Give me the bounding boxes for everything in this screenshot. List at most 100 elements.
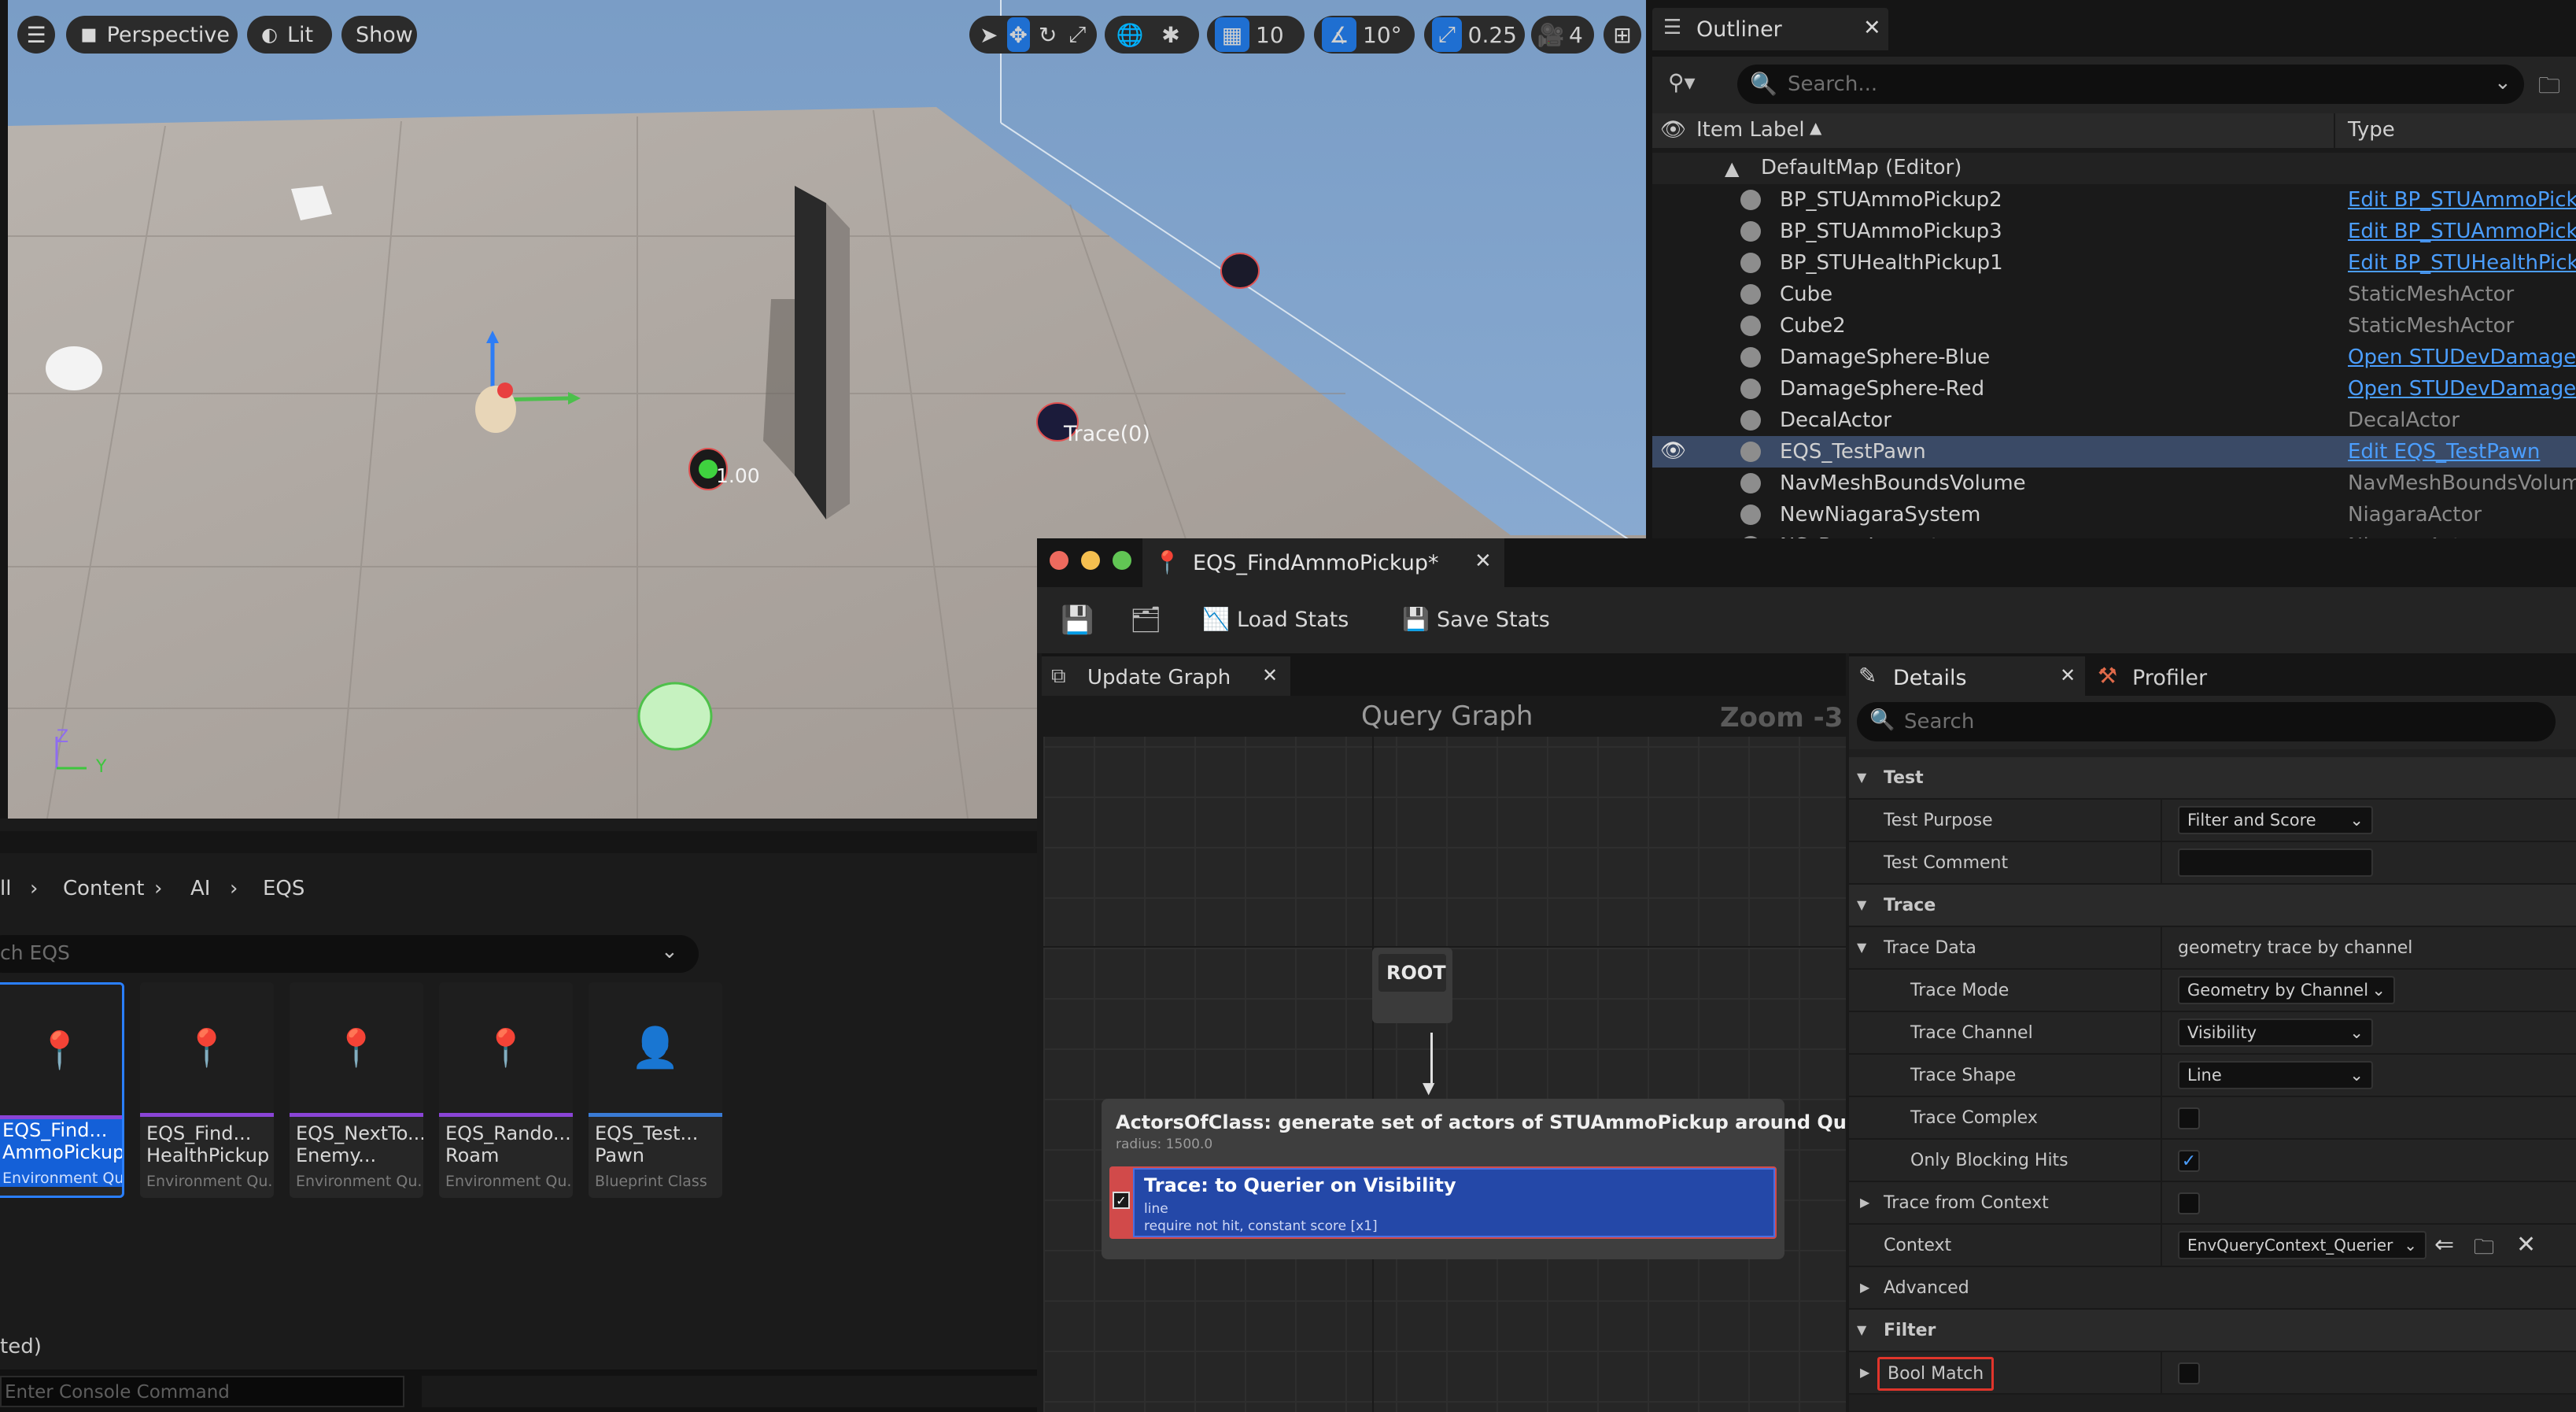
outliner-row[interactable]: 👁 EQS_TestPawn Edit EQS_TestPawn	[1652, 436, 2576, 468]
breadcrumb-item-eqs[interactable]: EQS	[263, 877, 304, 900]
grid-snap-value[interactable]: 10	[1256, 22, 1284, 48]
test-comment-input[interactable]	[2178, 848, 2373, 877]
outliner-tab[interactable]: ☰ Outliner ✕	[1652, 8, 1888, 50]
filter-icon[interactable]: ⚲▾	[1668, 69, 1696, 95]
query-graph-canvas[interactable]: Query Graph Zoom -3 ROOT ▼ ActorsOfClass…	[1043, 696, 1846, 1412]
close-tab-icon[interactable]: ✕	[1474, 549, 1492, 573]
save-icon[interactable]: 💾	[1061, 604, 1094, 636]
outliner-row[interactable]: BP_STUHealthPickup1 Edit BP_STUHealthPick…	[1652, 247, 2576, 279]
outliner-row[interactable]: NS_BaseImpactNiagaraActor	[1652, 530, 2576, 538]
outliner-search-input[interactable]: 🔍 Search... ⌄	[1737, 65, 2524, 104]
outliner-row[interactable]: DecalActor DecalActor	[1652, 405, 2576, 436]
outliner-row-type[interactable]: Edit EQS_TestPawn	[2348, 440, 2540, 464]
outliner-row-type[interactable]: Edit BP_STUHealthPickup	[2348, 251, 2576, 275]
outliner-row-type[interactable]: Edit BP_STUAmmoPickup	[2348, 220, 2576, 243]
camera-icon[interactable]: 🎥	[1537, 17, 1565, 52]
trace-test-node[interactable]: Trace: to Querier on Visibility line req…	[1109, 1166, 1777, 1239]
scale-mode-icon[interactable]: ⤢	[1066, 17, 1090, 52]
trace-shape-dropdown[interactable]: Line ⌄	[2178, 1061, 2373, 1089]
test-purpose-dropdown[interactable]: Filter and Score ⌄	[2178, 806, 2373, 834]
rotation-snap-value[interactable]: 10°	[1363, 22, 1402, 48]
breadcrumb-item-ai[interactable]: AI	[190, 877, 210, 900]
asset-tile[interactable]: 📍 EQS_Find... AmmoPickup Environment Qu.…	[0, 982, 124, 1198]
section-test[interactable]: ▼ Test	[1849, 757, 2576, 800]
browse-icon[interactable]: 🗀	[2474, 1233, 2494, 1267]
close-window-button[interactable]	[1050, 551, 1068, 570]
profiler-tab[interactable]: ⚒ Profiler	[2090, 656, 2247, 696]
add-folder-icon[interactable]: 🗀	[2538, 69, 2560, 107]
update-graph-tab[interactable]: ⧉ Update Graph ✕	[1042, 656, 1290, 696]
outliner-row[interactable]: BP_STUAmmoPickup2 Edit BP_STUAmmoPickup	[1652, 184, 2576, 216]
outliner-row-type[interactable]: Edit BP_STUAmmoPickup	[2348, 188, 2576, 212]
camera-speed-value[interactable]: 4	[1569, 22, 1583, 48]
scale-snap-value[interactable]: 0.25	[1468, 22, 1517, 48]
outliner-row[interactable]: DamageSphere-Blue Open STUDevDamageActor	[1652, 342, 2576, 373]
viewport-menu-button[interactable]: ☰	[17, 16, 55, 54]
asset-tile[interactable]: 📍 EQS_Rando... Roam Environment Qu...	[439, 982, 573, 1198]
trace-channel-dropdown[interactable]: Visibility ⌄	[2178, 1018, 2373, 1047]
context-dropdown[interactable]: EnvQueryContext_Querier ⌄	[2178, 1231, 2427, 1259]
save-stats-button[interactable]: 💾 Save Stats	[1402, 601, 1559, 641]
console-command-input[interactable]: Enter Console Command	[0, 1376, 404, 1407]
column-divider[interactable]	[2334, 113, 2335, 148]
outliner-close-icon[interactable]: ✕	[1863, 16, 1881, 40]
outliner-row[interactable]: NavMeshBoundsVolume NavMeshBoundsVolume	[1652, 468, 2576, 499]
outliner-row[interactable]: BP_STUAmmoPickup3 Edit BP_STUAmmoPickup	[1652, 216, 2576, 247]
details-tab[interactable]: ✎ Details ✕	[1849, 656, 2085, 696]
world-space-icon[interactable]: 🌐	[1113, 17, 1147, 52]
clear-icon[interactable]: ✕	[2516, 1231, 2536, 1259]
type-column-header[interactable]: Type	[2348, 118, 2395, 142]
use-selected-icon[interactable]: ⇐	[2434, 1231, 2454, 1259]
rotation-snap-icon[interactable]: ∡	[1322, 17, 1356, 52]
breadcrumb-item-content[interactable]: Content	[63, 877, 144, 900]
rotate-mode-icon[interactable]: ↻	[1036, 17, 1060, 52]
outliner-row-type[interactable]: Open STUDevDamageActor	[2348, 346, 2576, 369]
section-advanced[interactable]: ▶ Advanced	[1849, 1267, 2576, 1310]
section-filter[interactable]: ▼ Filter	[1849, 1310, 2576, 1352]
grid-snap-control[interactable]: ▦ 10	[1207, 16, 1305, 54]
asset-tile[interactable]: 📍 EQS_Find... HealthPickup Environment Q…	[140, 982, 274, 1198]
content-search-input[interactable]: ch EQS ⌄	[0, 935, 699, 973]
generator-node[interactable]: ActorsOfClass: generate set of actors of…	[1102, 1099, 1846, 1259]
property-trace-from-context[interactable]: ▶ Trace from Context	[1849, 1182, 2576, 1225]
surface-snap-icon[interactable]: ✱	[1153, 17, 1188, 52]
trace-mode-dropdown[interactable]: Geometry by Channel ⌄	[2178, 976, 2395, 1004]
maximize-window-button[interactable]	[1113, 551, 1131, 570]
chevron-down-icon[interactable]: ⌄	[661, 940, 678, 963]
only-blocking-checkbox[interactable]: ✓	[2178, 1150, 2200, 1172]
chevron-down-icon[interactable]: ⌄	[2494, 71, 2511, 94]
select-mode-icon[interactable]: ➤	[977, 17, 1001, 52]
close-tab-icon[interactable]: ✕	[2060, 664, 2076, 686]
asset-tile[interactable]: 👤 EQS_Test... Pawn Blueprint Class	[589, 982, 722, 1198]
minimize-window-button[interactable]	[1081, 551, 1100, 570]
viewport-layout-button[interactable]: ⊞	[1604, 16, 1641, 54]
trace-from-context-checkbox[interactable]	[2178, 1192, 2200, 1214]
outliner-row[interactable]: NewNiagaraSystem NiagaraActor	[1652, 499, 2576, 530]
visibility-eye-icon[interactable]: 👁	[1660, 439, 1686, 463]
outliner-row[interactable]: DamageSphere-Red Open STUDevDamageActor	[1652, 373, 2576, 405]
load-stats-button[interactable]: 📉 Load Stats	[1202, 601, 1360, 641]
asset-tile[interactable]: 📍 EQS_NextTo... Enemy... Environment Qu.…	[290, 982, 423, 1198]
breadcrumb-item-all[interactable]: ll	[0, 877, 11, 900]
close-tab-icon[interactable]: ✕	[1262, 664, 1278, 686]
grid-snap-icon[interactable]: ▦	[1215, 17, 1249, 52]
outliner-row[interactable]: Cube StaticMeshActor	[1652, 279, 2576, 310]
lit-button[interactable]: ◐ Lit	[247, 16, 332, 54]
show-button[interactable]: Show	[341, 16, 417, 54]
browse-asset-icon[interactable]: 🗂	[1130, 604, 1162, 634]
eqs-asset-tab[interactable]: 📍 EQS_FindAmmoPickup* ✕	[1142, 538, 1504, 587]
scale-snap-control[interactable]: ⤢ 0.25	[1424, 16, 1525, 54]
perspective-button[interactable]: ◼ Perspective	[66, 16, 238, 54]
camera-speed-control[interactable]: 🎥 4	[1531, 16, 1594, 54]
outliner-row-type[interactable]: Open STUDevDamageActor	[2348, 377, 2576, 401]
trace-complex-checkbox[interactable]	[2178, 1107, 2200, 1129]
rotation-snap-control[interactable]: ∡ 10°	[1314, 16, 1415, 54]
root-node[interactable]: ROOT	[1372, 948, 1452, 1023]
property-trace-data[interactable]: ▼ Trace Data geometry trace by channel	[1849, 927, 2576, 970]
item-label-column-header[interactable]: Item Label	[1696, 118, 1805, 142]
details-search-input[interactable]: 🔍 Search	[1857, 702, 2556, 741]
bool-match-checkbox[interactable]	[2178, 1362, 2200, 1384]
outliner-map-row[interactable]: ▲ DefaultMap (Editor)	[1652, 153, 2576, 184]
scale-snap-icon[interactable]: ⤢	[1432, 17, 1462, 52]
section-trace[interactable]: ▼ Trace	[1849, 885, 2576, 927]
